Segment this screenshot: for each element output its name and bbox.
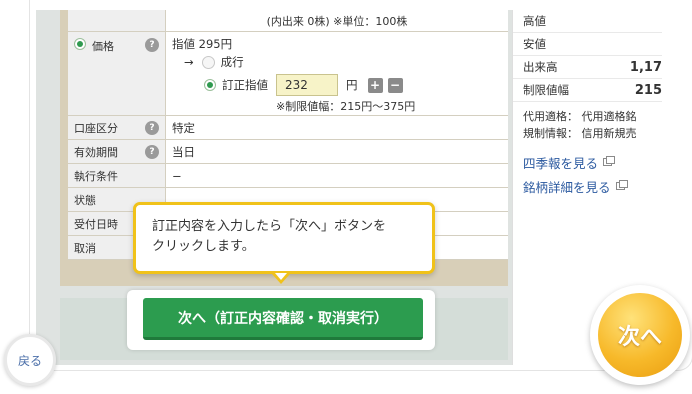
volume-value: 1,17 <box>629 59 662 75</box>
next-step-button[interactable]: 次へ <box>590 285 690 385</box>
limit-range-value: 215 <box>634 82 662 98</box>
regulation-info: 規制情報： 信用新規売 <box>523 127 637 140</box>
next-confirm-button[interactable]: 次へ（訂正内容確認・取消実行） <box>143 298 423 340</box>
limit-price: 指値 295円 <box>172 37 233 51</box>
unit-note-label <box>68 10 166 31</box>
correct-price-input[interactable] <box>276 74 338 96</box>
decrement-button[interactable]: − <box>387 77 403 93</box>
price-label-cell: 価格 ? <box>68 32 166 115</box>
correct-limit-label: 訂正指値 <box>222 78 268 92</box>
high-row: 高値 <box>513 10 662 33</box>
account-help-icon[interactable]: ? <box>145 120 159 135</box>
execution-value: − <box>172 168 182 183</box>
callout-line-1: 訂正内容を入力したら「次へ」ボタンを <box>152 219 387 234</box>
market-label: 成行 <box>220 55 244 69</box>
next-step-label: 次へ <box>598 293 682 377</box>
low-label: 安値 <box>523 37 546 51</box>
price-radio[interactable] <box>74 38 86 50</box>
tutorial-frame: (内出来 0株) ※単位：100株 価格 ? 指値 295円 → 成行 訂正指値… <box>0 0 692 394</box>
execution-row: 執行条件 − <box>68 164 508 188</box>
volume-row: 出来高 1,17 <box>513 56 662 79</box>
market-radio[interactable] <box>201 55 215 69</box>
correct-limit-option: 訂正指値 円 + − <box>172 72 403 98</box>
price-help-icon[interactable]: ? <box>145 38 159 52</box>
arrow-icon: → <box>184 55 194 69</box>
validity-row: 有効期間 ? 当日 <box>68 140 508 164</box>
price-value-cell: 指値 295円 → 成行 訂正指値 円 + − ※制限値幅：215円〜 <box>166 32 508 115</box>
callout-pointer-inner <box>275 273 287 280</box>
execution-label: 執行条件 <box>68 164 166 187</box>
account-label: 口座区分 ? <box>68 116 166 139</box>
account-label-text: 口座区分 <box>74 121 118 135</box>
account-row: 口座区分 ? 特定 <box>68 116 508 140</box>
next-button-highlight: 次へ（訂正内容確認・取消実行） <box>127 290 435 350</box>
back-button[interactable]: 戻る <box>4 334 56 386</box>
limit-range-label: 制限値幅 <box>523 83 569 97</box>
validity-help-icon[interactable]: ? <box>145 144 159 159</box>
price-unit: 円 <box>346 78 358 92</box>
quarterly-report-link[interactable]: 四季報を見る <box>513 150 662 174</box>
stock-detail-link-text: 銘柄詳細を見る <box>523 179 611 195</box>
unit-note-row: (内出来 0株) ※単位：100株 <box>68 10 508 32</box>
stock-attributes: 代用適格： 代用適格銘 規制情報： 信用新規売 <box>513 102 662 142</box>
high-label: 高値 <box>523 14 546 28</box>
external-window-icon <box>615 180 628 190</box>
volume-label: 出来高 <box>523 60 558 74</box>
account-value: 特定 <box>172 120 195 135</box>
external-window-icon <box>603 156 616 166</box>
correct-limit-radio[interactable] <box>204 79 216 91</box>
validity-value: 当日 <box>172 144 195 159</box>
increment-button[interactable]: + <box>367 77 383 93</box>
price-row: 価格 ? 指値 295円 → 成行 訂正指値 円 + <box>68 32 508 116</box>
price-label: 価格 <box>92 40 114 53</box>
callout-line-2: クリックします。 <box>152 239 255 254</box>
stock-detail-link[interactable]: 銘柄詳細を見る <box>513 174 662 198</box>
limit-range-row: 制限値幅 215 <box>513 79 662 102</box>
low-row: 安値 <box>513 33 662 56</box>
validity-label-text: 有効期間 <box>74 145 118 159</box>
quarterly-report-link-text: 四季報を見る <box>523 155 599 171</box>
instruction-callout: 訂正内容を入力したら「次へ」ボタンを クリックします。 <box>133 202 435 274</box>
collateral-info: 代用適格： 代用適格銘 <box>523 110 637 123</box>
market-option: → 成行 <box>172 52 244 72</box>
unit-note: (内出来 0株) ※単位：100株 <box>266 14 408 28</box>
price-range-note: ※制限値幅：215円〜375円 <box>276 100 416 113</box>
validity-label: 有効期間 ? <box>68 140 166 163</box>
